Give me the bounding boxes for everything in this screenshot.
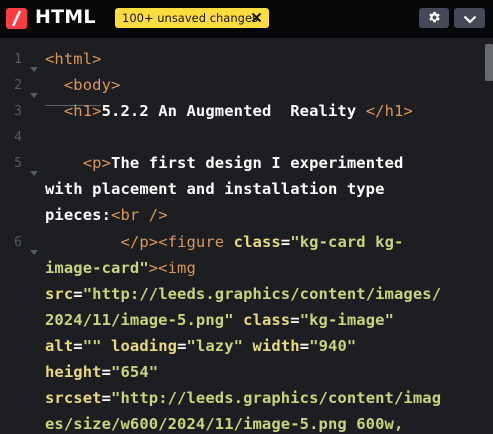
- code-line-6: </p><figure class="kg-card kg-: [120, 233, 404, 251]
- gear-icon: [428, 9, 441, 28]
- unsaved-changes-badge[interactable]: 100+ unsaved changes: [115, 8, 269, 28]
- code-line-6-wrap-3: 2024/11/image-5.png" class="kg-image": [45, 311, 395, 329]
- fold-arrow-icon[interactable]: [30, 84, 38, 98]
- fold-arrow-icon[interactable]: [30, 58, 38, 72]
- code-line-5-wrap-2: pieces:<br />: [45, 206, 168, 224]
- code-editor[interactable]: 1 2 3 4 5 6 <html> <body> <h1>5.2.2 An A…: [0, 38, 493, 434]
- fold-arrow-icon[interactable]: [30, 241, 38, 255]
- code-line-6-wrap-6: srcset="http://leeds.graphics/content/im…: [45, 389, 442, 407]
- chevron-down-icon: [463, 9, 477, 28]
- code-line-2: <body>: [63, 76, 121, 94]
- collapse-button[interactable]: [454, 8, 485, 28]
- unsaved-changes-label: 100+ unsaved changes: [122, 11, 259, 25]
- line-number: 4: [14, 130, 22, 145]
- code-line-5-wrap-1: with placement and installation type: [45, 180, 385, 198]
- code-line-6-wrap-1: image-card"><img: [45, 259, 196, 277]
- editor-header: HTML 100+ unsaved changes: [0, 0, 493, 38]
- line-number: 2: [14, 78, 22, 93]
- vertical-scrollbar[interactable]: [485, 44, 493, 81]
- code-line-5: <p>The first design I experimented: [82, 154, 404, 172]
- code-line-1: <html>: [45, 50, 102, 68]
- code-line-6-wrap-7: es/size/w600/2024/11/image-5.png 600w,: [45, 415, 404, 433]
- line-number: 6: [14, 235, 22, 250]
- line-number: 3: [14, 104, 22, 119]
- settings-button[interactable]: [419, 8, 449, 28]
- editor-title: HTML: [35, 6, 96, 28]
- logo-icon: [6, 8, 27, 29]
- line-number: 1: [14, 52, 22, 67]
- code-line-6-wrap-5: height="654": [45, 363, 159, 381]
- code-line-3: <h1>5.2.2 An Augmented Reality </h1>: [63, 102, 413, 120]
- fold-arrow-icon[interactable]: [30, 162, 38, 176]
- close-icon[interactable]: [250, 11, 263, 24]
- code-line-6-wrap-2: src="http://leeds.graphics/content/image…: [45, 285, 442, 303]
- code-line-6-wrap-4: alt="" loading="lazy" width="940": [45, 337, 357, 355]
- line-number: 5: [14, 156, 22, 171]
